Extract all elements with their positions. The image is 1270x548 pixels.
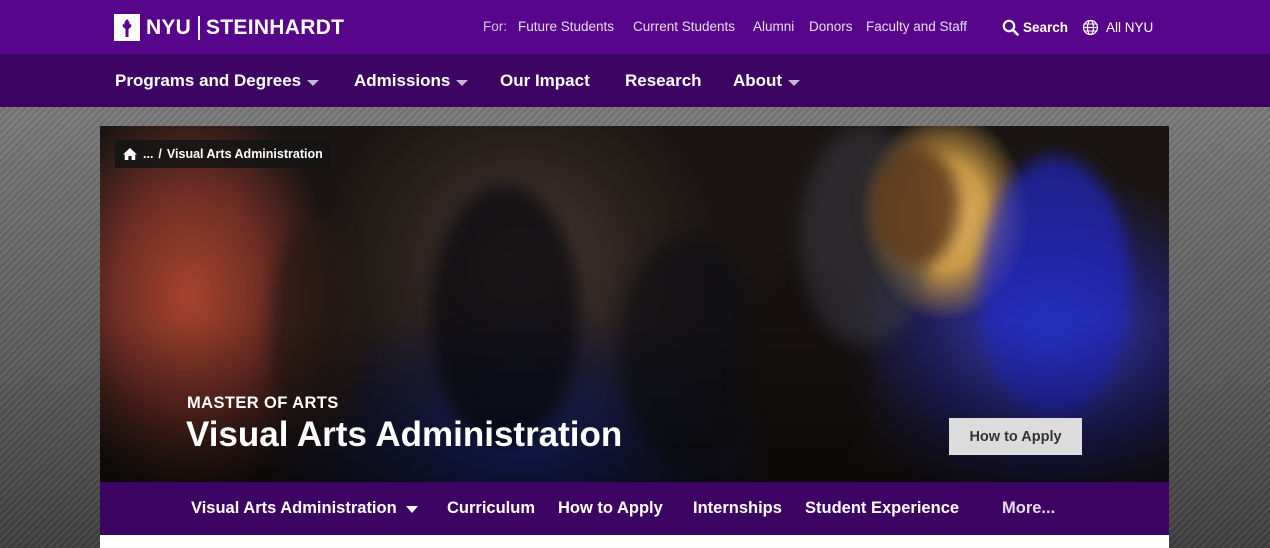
audience-link-current-students[interactable]: Current Students bbox=[633, 19, 735, 34]
nav-item-about[interactable]: About bbox=[733, 71, 801, 91]
globe-icon bbox=[1082, 19, 1099, 36]
content-area-top bbox=[100, 535, 1169, 548]
logo-divider bbox=[197, 15, 200, 40]
program-navigation: Visual Arts Administration Curriculum Ho… bbox=[100, 482, 1169, 535]
breadcrumb-separator: / bbox=[158, 147, 162, 161]
logo-school-text: STEINHARDT bbox=[205, 15, 345, 39]
chevron-down-icon bbox=[456, 79, 469, 86]
audience-link-future-students[interactable]: Future Students bbox=[518, 19, 614, 34]
chevron-down-icon bbox=[307, 79, 320, 86]
audience-for-label: For: bbox=[483, 19, 508, 34]
nav-item-admissions[interactable]: Admissions bbox=[354, 71, 469, 91]
program-nav-label: More... bbox=[1002, 499, 1056, 517]
search-icon bbox=[1002, 19, 1019, 36]
program-nav-label: How to Apply bbox=[558, 499, 663, 517]
nyu-steinhardt-logo[interactable]: NYU STEINHARDT bbox=[114, 14, 344, 41]
home-icon[interactable] bbox=[122, 147, 138, 161]
search-label: Search bbox=[1023, 19, 1069, 35]
program-nav-internships[interactable]: Internships bbox=[693, 499, 782, 518]
breadcrumb-ellipsis[interactable]: ... bbox=[143, 147, 153, 161]
chevron-down-icon bbox=[405, 505, 418, 513]
audience-link-donors[interactable]: Donors bbox=[809, 19, 853, 34]
nav-item-label: About bbox=[733, 71, 783, 90]
nav-item-label: Admissions bbox=[354, 71, 451, 90]
nav-item-our-impact[interactable]: Our Impact bbox=[500, 71, 590, 91]
main-navigation: Programs and Degrees Admissions Our Impa… bbox=[0, 54, 1270, 107]
program-nav-label: Visual Arts Administration bbox=[191, 499, 397, 517]
nav-item-label: Programs and Degrees bbox=[115, 71, 302, 90]
program-nav-more[interactable]: More... bbox=[1002, 499, 1055, 518]
program-nav-label: Student Experience bbox=[805, 499, 960, 517]
program-nav-label: Curriculum bbox=[447, 499, 536, 517]
audience-link-alumni[interactable]: Alumni bbox=[753, 19, 794, 34]
breadcrumb-current: Visual Arts Administration bbox=[166, 147, 323, 161]
program-nav-how-to-apply[interactable]: How to Apply bbox=[558, 499, 663, 518]
program-nav-student-experience[interactable]: Student Experience bbox=[805, 499, 959, 518]
program-nav-label: Internships bbox=[693, 499, 782, 517]
all-nyu-button[interactable]: All NYU bbox=[1082, 17, 1153, 37]
program-nav-curriculum[interactable]: Curriculum bbox=[447, 499, 535, 518]
how-to-apply-button[interactable]: How to Apply bbox=[949, 418, 1082, 455]
nav-item-programs-and-degrees[interactable]: Programs and Degrees bbox=[115, 71, 320, 91]
audience-link-faculty-staff[interactable]: Faculty and Staff bbox=[866, 19, 967, 34]
nav-item-label: Our Impact bbox=[500, 71, 590, 90]
all-nyu-label: All NYU bbox=[1106, 19, 1154, 35]
program-nav-visual-arts-administration[interactable]: Visual Arts Administration bbox=[191, 499, 418, 518]
search-button[interactable]: Search bbox=[1002, 17, 1068, 37]
breadcrumb: ... / Visual Arts Administration bbox=[115, 140, 331, 168]
hero-degree-kicker: MASTER OF ARTS bbox=[187, 394, 339, 412]
utility-bar: NYU STEINHARDT For: Future Students Curr… bbox=[0, 0, 1270, 54]
page-title: Visual Arts Administration bbox=[186, 415, 623, 454]
logo-university-text: NYU bbox=[146, 15, 191, 39]
hero-banner: ... / Visual Arts Administration MASTER … bbox=[100, 126, 1169, 482]
nyu-torch-icon bbox=[114, 14, 140, 41]
nav-item-research[interactable]: Research bbox=[625, 71, 702, 91]
chevron-down-icon bbox=[788, 79, 801, 86]
nav-item-label: Research bbox=[625, 71, 702, 90]
